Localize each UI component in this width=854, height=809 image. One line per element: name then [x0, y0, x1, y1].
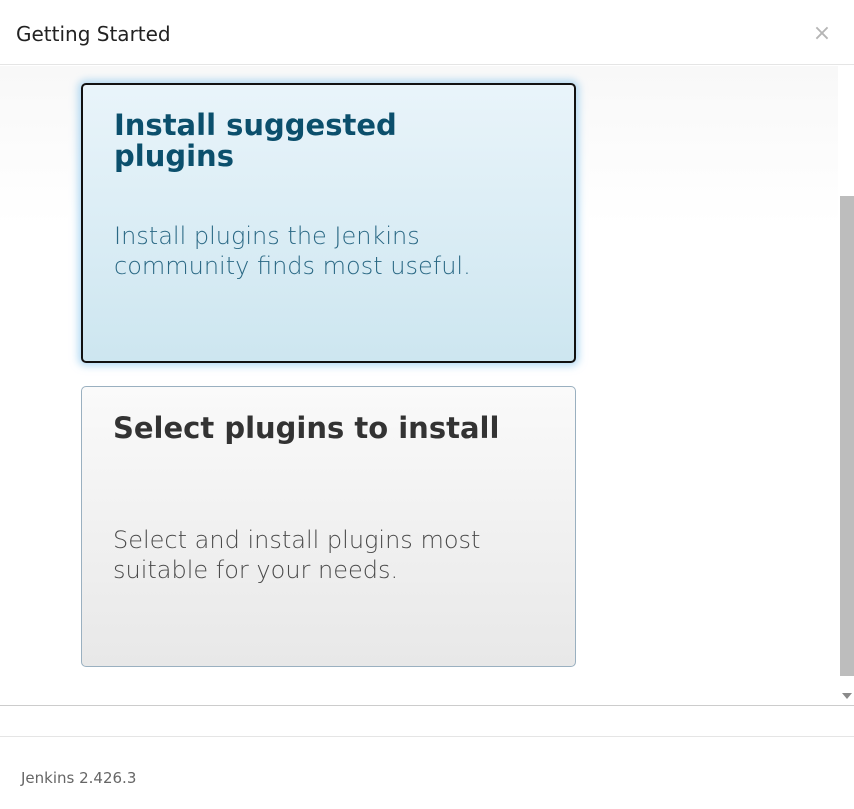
plugin-options-panel: Install suggested plugins Install plugin… [0, 66, 838, 705]
select-plugins-button[interactable]: Select plugins to install Select and ins… [81, 386, 576, 667]
option-description: Install plugins the Jenkins community fi… [114, 222, 471, 280]
dialog-header: Getting Started × [0, 0, 854, 65]
footer-divider [0, 736, 854, 737]
close-icon[interactable]: × [812, 22, 832, 46]
vertical-scrollbar[interactable] [838, 66, 854, 705]
scrollbar-thumb[interactable] [840, 196, 854, 676]
page-title: Getting Started [16, 22, 171, 46]
body-divider [0, 705, 854, 706]
version-label: Jenkins 2.426.3 [21, 769, 137, 787]
option-title: Install suggested plugins [114, 108, 397, 173]
option-description: Select and install plugins most suitable… [113, 526, 481, 584]
getting-started-dialog: Getting Started × Install suggested plug… [0, 0, 854, 809]
chevron-down-icon[interactable] [842, 693, 852, 699]
dialog-body: Install suggested plugins Install plugin… [0, 66, 854, 705]
option-title: Select plugins to install [113, 411, 500, 445]
install-suggested-plugins-button[interactable]: Install suggested plugins Install plugin… [81, 83, 576, 363]
